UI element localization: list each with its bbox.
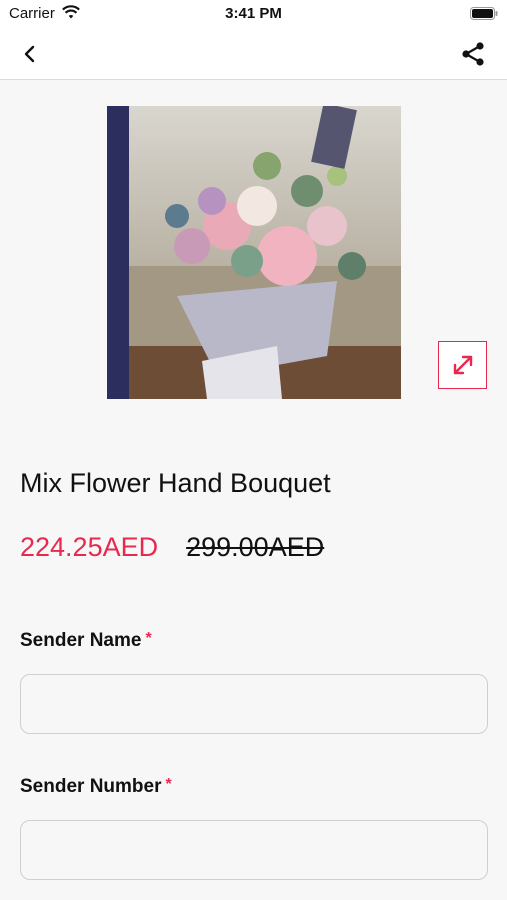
sender-number-input[interactable]	[20, 820, 488, 880]
required-indicator: *	[145, 630, 152, 647]
status-bar: Carrier 3:41 PM	[0, 0, 507, 28]
sender-name-label-text: Sender Name	[20, 630, 142, 651]
navigation-bar	[0, 28, 507, 80]
share-button[interactable]	[457, 38, 489, 70]
required-indicator: *	[165, 776, 172, 793]
original-price: 299.00AED	[186, 532, 325, 562]
product-image[interactable]	[107, 106, 401, 399]
chevron-left-icon	[24, 45, 35, 63]
sender-name-label: Sender Name *	[20, 630, 152, 652]
sender-number-label-text: Sender Number	[20, 776, 162, 797]
price-row: 224.25AED 299.00AED	[20, 532, 324, 563]
battery-icon	[470, 7, 498, 20]
clock: 3:41 PM	[225, 5, 282, 22]
expand-arrows-icon	[453, 355, 472, 375]
expand-image-button[interactable]	[438, 341, 487, 389]
product-title: Mix Flower Hand Bouquet	[20, 468, 331, 498]
bouquet-photo	[107, 106, 401, 399]
share-icon	[462, 42, 484, 66]
sale-price: 224.25AED	[20, 532, 159, 562]
back-button[interactable]	[14, 40, 46, 68]
sender-number-label: Sender Number *	[20, 776, 172, 798]
sender-name-input[interactable]	[20, 674, 488, 734]
